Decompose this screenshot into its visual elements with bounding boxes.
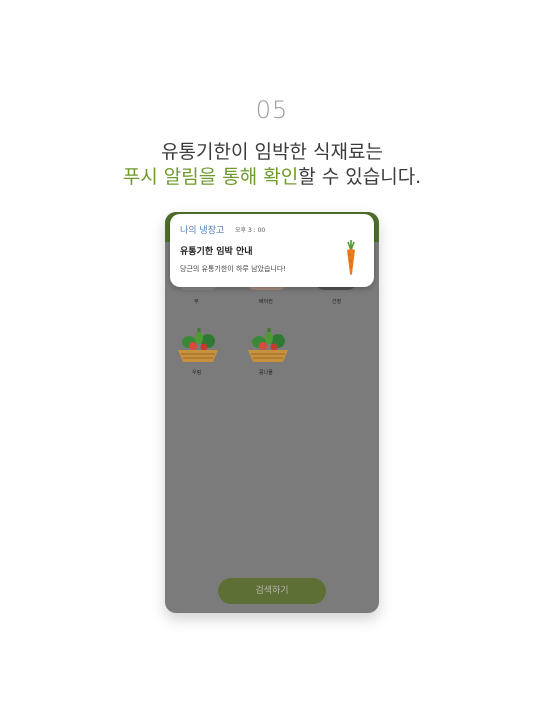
step-number: 05 (255, 96, 289, 124)
notification-app-name: 나의 냉장고 (180, 226, 225, 236)
headline-line-2-rest: 할 수 있습니다. (298, 166, 422, 188)
headline-highlight: 푸시 알림을 통해 확인 (122, 166, 299, 188)
notification-time: 오후 3 : 00 (235, 227, 266, 234)
vegetable-basket-icon[interactable] (175, 326, 221, 366)
item-label-snail: 우렁 (192, 370, 202, 376)
item-label-bean-sprouts: 콩나물 (259, 370, 273, 376)
vegetable-basket-icon[interactable] (245, 326, 291, 366)
phone-mockup: 무 베이컨 간장 우렁 콩나물 나의 냉장고 오후 3 : 00 유통기한 임박… (165, 212, 379, 613)
item-label-soy-sauce: 간장 (332, 299, 342, 305)
notification-body: 당근의 유통기한이 하루 남았습니다! (180, 265, 287, 273)
search-button[interactable]: 검색하기 (218, 578, 326, 604)
headline: 유통기한이 임박한 식재료는 푸시 알림을 통해 확인할 수 있습니다. (0, 140, 544, 190)
push-notification[interactable]: 나의 냉장고 오후 3 : 00 유통기한 임박 안내 당근의 유통기한이 하루… (170, 214, 374, 287)
item-label-radish: 무 (194, 299, 199, 305)
headline-line-2: 푸시 알림을 통해 확인할 수 있습니다. (0, 165, 544, 190)
carrot-icon (347, 240, 355, 275)
notification-title: 유통기한 임박 안내 (180, 247, 253, 257)
headline-line-1: 유통기한이 임박한 식재료는 (161, 141, 383, 163)
item-label-bacon: 베이컨 (259, 299, 273, 305)
